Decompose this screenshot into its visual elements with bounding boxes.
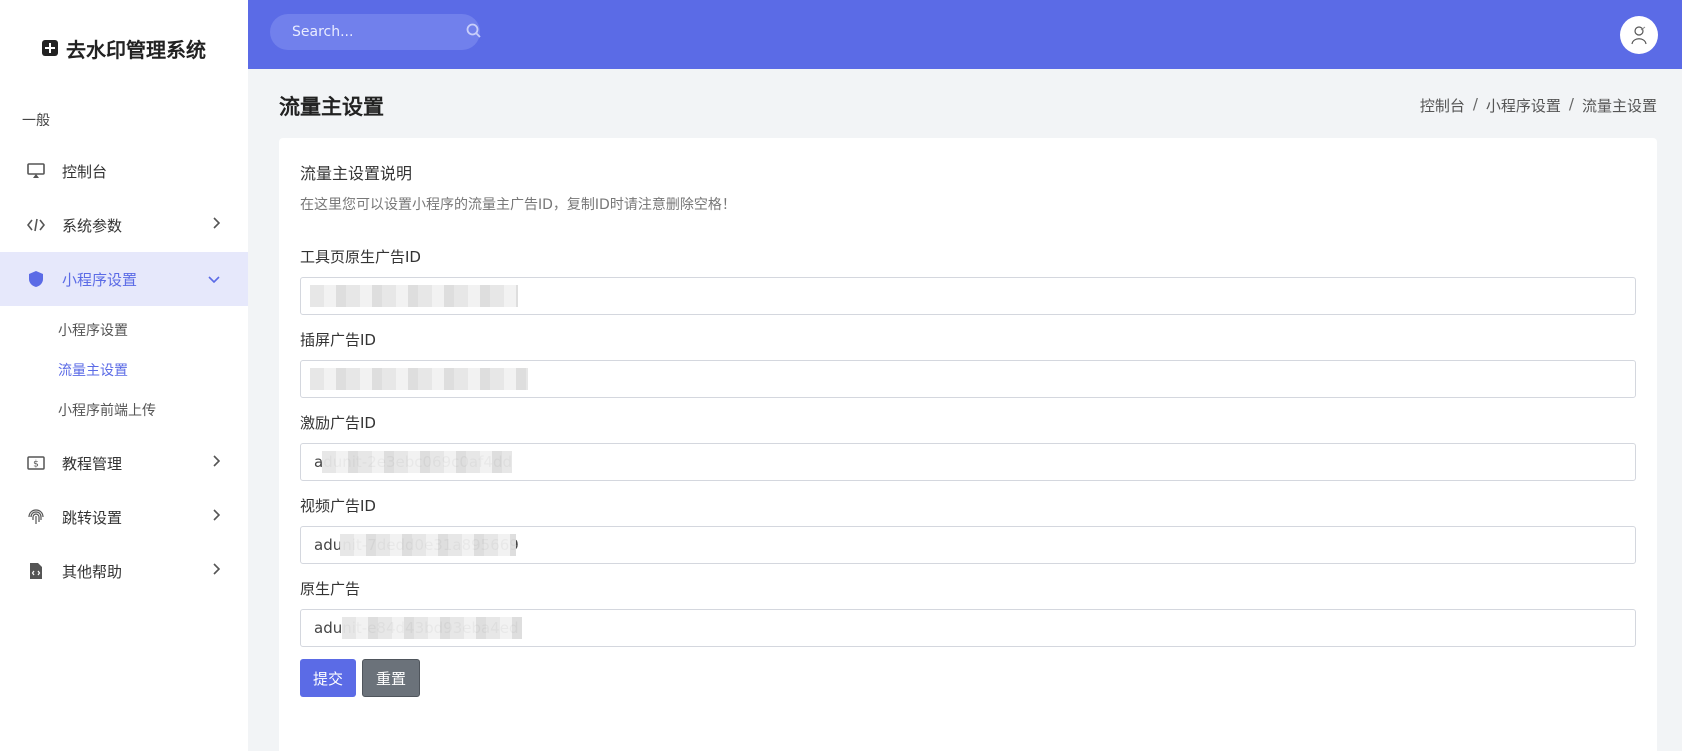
field-tool-native-ad: 工具页原生广告ID <box>300 246 1636 315</box>
interstitial-ad-input[interactable] <box>300 360 1636 398</box>
field-reward-ad: 激励广告ID <box>300 412 1636 481</box>
sidebar-item-label: 小程序设置 <box>62 270 138 289</box>
search-input[interactable] <box>292 24 466 40</box>
dollar-box-icon: $ <box>26 453 46 473</box>
chevron-right-icon <box>212 217 221 233</box>
native-ad-input[interactable] <box>300 609 1636 647</box>
sidebar-subitem-frontend-upload[interactable]: 小程序前端上传 <box>0 390 248 430</box>
file-code-icon <box>26 561 46 581</box>
breadcrumb-item-dashboard[interactable]: 控制台 <box>1420 95 1465 116</box>
reset-button[interactable]: 重置 <box>362 659 421 697</box>
breadcrumb-item-current: 流量主设置 <box>1581 97 1657 115</box>
sidebar-item-other-help[interactable]: 其他帮助 <box>0 544 248 598</box>
sidebar-item-system-params[interactable]: 系统参数 <box>0 198 248 252</box>
sidebar-subnav: 小程序设置 流量主设置 小程序前端上传 <box>0 306 248 436</box>
sidebar-section-label: 一般 <box>22 113 50 129</box>
redacted-value <box>300 360 1636 398</box>
reward-ad-input[interactable] <box>300 443 1636 481</box>
field-label: 视频广告ID <box>300 497 376 515</box>
sidebar-item-label: 教程管理 <box>62 454 123 473</box>
search-icon[interactable] <box>466 23 481 42</box>
form-actions: 提交 重置 <box>300 659 1636 697</box>
sidebar-subitem-traffic-settings[interactable]: 流量主设置 <box>0 350 248 390</box>
breadcrumb: 控制台 / 小程序设置 / 流量主设置 <box>1420 95 1657 116</box>
page-title: 流量主设置 <box>279 95 384 119</box>
field-native-ad: 原生广告 <box>300 578 1636 647</box>
breadcrumb-item-miniprogram[interactable]: 小程序设置 <box>1486 95 1561 116</box>
field-video-ad: 视频广告ID <box>300 495 1636 564</box>
sidebar-item-label: 控制台 <box>62 162 108 181</box>
field-label: 原生广告 <box>300 580 361 598</box>
brand[interactable]: 去水印管理系统 <box>0 0 248 96</box>
redacted-value <box>300 277 1636 315</box>
avatar[interactable] <box>1620 16 1658 54</box>
sidebar-subitem-miniprogram-settings[interactable]: 小程序设置 <box>0 310 248 350</box>
field-interstitial-ad: 插屏广告ID <box>300 329 1636 398</box>
sidebar-item-redirect-settings[interactable]: 跳转设置 <box>0 490 248 544</box>
settings-card: 流量主设置说明 在这里您可以设置小程序的流量主广告ID，复制ID时请注意删除空格… <box>279 138 1657 751</box>
sidebar-item-dashboard[interactable]: 控制台 <box>0 144 248 198</box>
tool-native-ad-input[interactable] <box>300 277 1636 315</box>
redacted-value <box>300 443 1636 481</box>
shield-icon <box>26 269 46 289</box>
sidebar-item-label: 系统参数 <box>62 216 123 235</box>
redacted-value <box>300 609 1636 647</box>
svg-text:$: $ <box>33 460 39 470</box>
sidebar: 去水印管理系统 一般 控制台 系统参数 小程序设置 小程序设置 流量主设置 小程… <box>0 0 248 751</box>
breadcrumb-separator: / <box>1472 95 1478 113</box>
monitor-icon <box>26 161 46 181</box>
chevron-right-icon <box>212 563 221 579</box>
app-title: 去水印管理系统 <box>66 37 206 62</box>
sidebar-item-tutorials[interactable]: $ 教程管理 <box>0 436 248 490</box>
chevron-right-icon <box>212 455 221 471</box>
sidebar-item-miniprogram-settings[interactable]: 小程序设置 <box>0 252 248 306</box>
chevron-right-icon <box>212 509 221 525</box>
plus-square-icon <box>42 40 58 56</box>
code-icon <box>26 215 46 235</box>
settings-form: 工具页原生广告ID 插屏广告ID 激励广告ID 视频广告ID 原生广告 <box>300 246 1636 647</box>
card-description: 在这里您可以设置小程序的流量主广告ID，复制ID时请注意删除空格！ <box>300 197 736 213</box>
submit-button[interactable]: 提交 <box>300 659 357 697</box>
breadcrumb-separator: / <box>1568 95 1574 113</box>
sidebar-item-label: 其他帮助 <box>62 562 123 581</box>
redacted-value <box>300 526 1636 564</box>
search-box <box>270 14 481 50</box>
chevron-down-icon <box>208 271 220 287</box>
field-label: 插屏广告ID <box>300 331 376 349</box>
sidebar-item-label: 跳转设置 <box>62 508 123 527</box>
field-label: 工具页原生广告ID <box>300 248 421 266</box>
field-label: 激励广告ID <box>300 414 376 432</box>
fingerprint-icon <box>26 507 46 527</box>
video-ad-input[interactable] <box>300 526 1636 564</box>
card-title: 流量主设置说明 <box>300 164 413 183</box>
top-bar <box>248 0 1682 69</box>
